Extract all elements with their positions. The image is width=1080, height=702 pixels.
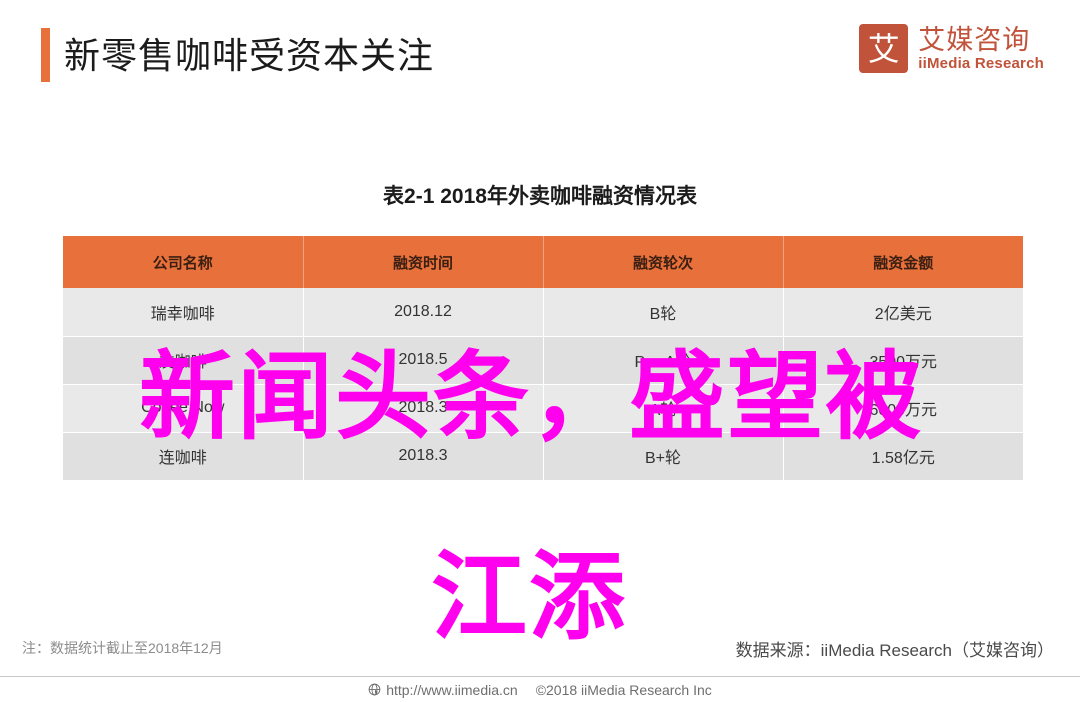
cell-company: 瑞幸咖啡 (63, 288, 304, 337)
brand-name-cn: 艾媒咨询 (918, 24, 1031, 55)
brand-logo: 艾 艾媒咨询 iiMedia Research (859, 24, 1044, 73)
cell-round: A轮 (543, 384, 784, 433)
column-header-round: 融资轮次 (543, 236, 784, 288)
page-title: 新零售咖啡受资本关注 (64, 35, 435, 76)
cell-date: 2018.3 (303, 432, 544, 481)
cell-date: 2018.3 (303, 384, 544, 433)
column-header-amount: 融资金额 (783, 236, 1023, 288)
globe-icon (368, 683, 381, 696)
accent-bar-icon (41, 28, 50, 82)
footnote-note: 注：数据统计截止至2018年12月 (22, 640, 223, 656)
table-body: 瑞幸咖啡 2018.12 B轮 2亿美元 友咖啡 2018.5 Pre-A轮 3… (63, 288, 1023, 481)
brand-text: 艾媒咨询 iiMedia Research (918, 25, 1044, 73)
table-row: 瑞幸咖啡 2018.12 B轮 2亿美元 (63, 288, 1023, 337)
table-header: 公司名称 融资时间 融资轮次 融资金额 (63, 236, 1023, 288)
cell-round: B+轮 (543, 432, 784, 481)
cell-amount: 6000万元 (783, 384, 1023, 433)
footnote-source: 数据来源：iiMedia Research（艾媒咨询） (735, 641, 1054, 660)
table-row: 友咖啡 2018.5 Pre-A轮 3500万元 (63, 336, 1023, 385)
table-header-row: 公司名称 融资时间 融资轮次 融资金额 (63, 236, 1023, 288)
bottom-bar: http://www.iimedia.cn ©2018 iiMedia Rese… (0, 676, 1080, 702)
website-url: http://www.iimedia.cn (386, 681, 518, 698)
cell-date: 2018.12 (303, 288, 544, 337)
copyright-text: ©2018 iiMedia Research Inc (535, 681, 712, 698)
table-title: 表2-1 2018年外卖咖啡融资情况表 (383, 185, 697, 208)
cell-date: 2018.5 (303, 336, 544, 385)
cell-round: Pre-A轮 (543, 336, 784, 385)
cell-company: 友咖啡 (63, 336, 304, 385)
table-row: Coffee Now 2018.3 A轮 6000万元 (63, 384, 1023, 433)
financing-table: 公司名称 融资时间 融资轮次 融资金额 瑞幸咖啡 2018.12 B轮 2亿美元… (63, 236, 1023, 481)
cell-company: 连咖啡 (63, 432, 304, 481)
cell-amount: 2亿美元 (783, 288, 1023, 337)
cell-company: Coffee Now (63, 384, 304, 433)
brand-mark-icon: 艾 (859, 24, 909, 73)
table-row: 连咖啡 2018.3 B+轮 1.58亿元 (63, 432, 1023, 481)
page-header: 新零售咖啡受资本关注 艾 艾媒咨询 iiMedia Research (0, 0, 1080, 112)
cell-amount: 3500万元 (783, 336, 1023, 385)
cell-round: B轮 (543, 288, 784, 337)
watermark-line-2: 江添 (431, 544, 627, 651)
brand-name-en: iiMedia Research (918, 54, 1044, 72)
website-link[interactable]: http://www.iimedia.cn (368, 682, 518, 698)
cell-amount: 1.58亿元 (783, 432, 1023, 481)
column-header-date: 融资时间 (303, 236, 544, 288)
page-root: 新零售咖啡受资本关注 艾 艾媒咨询 iiMedia Research 表2-1 … (0, 0, 1080, 702)
column-header-company: 公司名称 (63, 236, 304, 288)
